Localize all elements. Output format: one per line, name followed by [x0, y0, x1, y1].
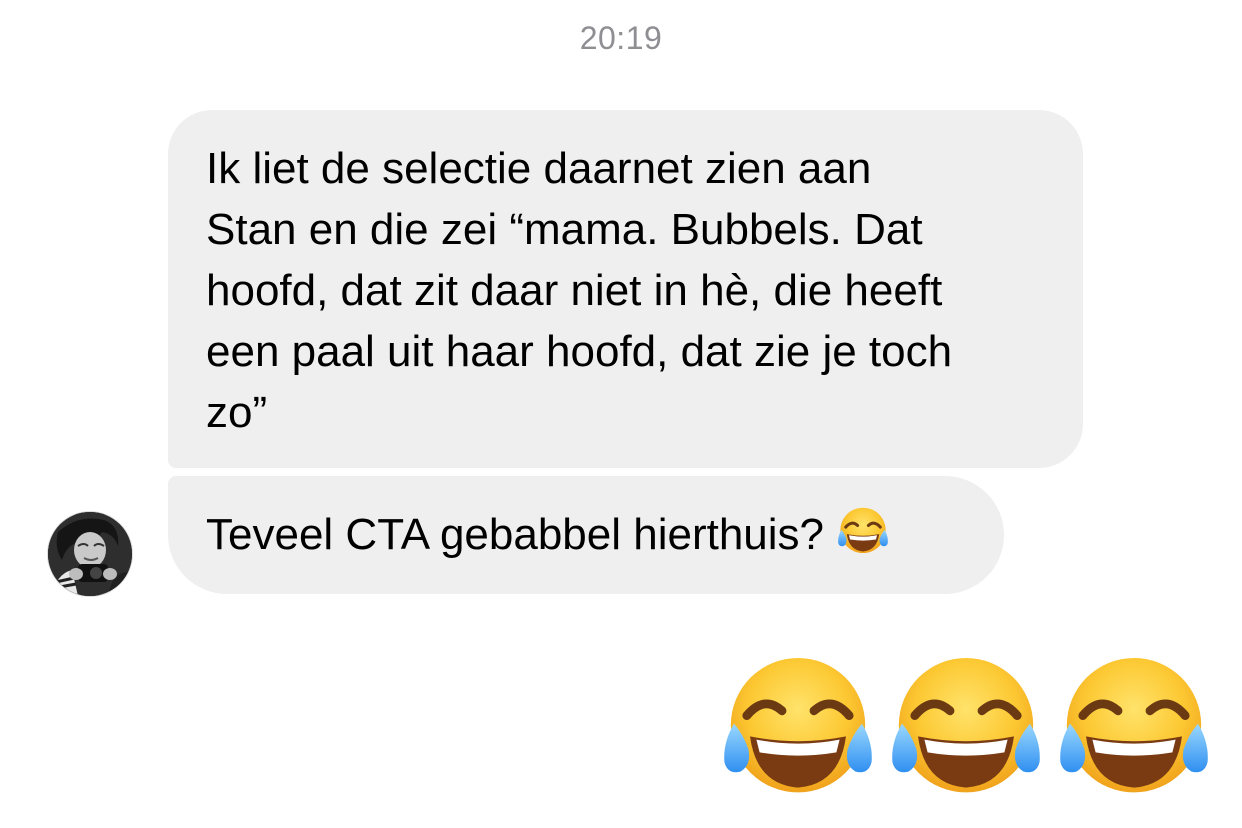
avatar[interactable] — [48, 512, 132, 596]
message-timestamp: 20:19 — [579, 20, 663, 56]
message-text: Teveel CTA gebabbel hierthuis? — [206, 510, 825, 559]
emoji-reply[interactable] — [718, 650, 1218, 810]
message-bubble[interactable]: Ik liet de selectie daarnet zien aan Sta… — [168, 110, 1083, 468]
avatar-photo — [48, 512, 132, 596]
face-with-tears-of-joy-icon — [886, 650, 1046, 810]
face-with-tears-of-joy-icon — [836, 505, 890, 559]
face-with-tears-of-joy-icon — [1054, 650, 1214, 810]
face-with-tears-of-joy-icon — [718, 650, 878, 810]
message-bubble[interactable]: Teveel CTA gebabbel hierthuis? — [168, 476, 1004, 594]
